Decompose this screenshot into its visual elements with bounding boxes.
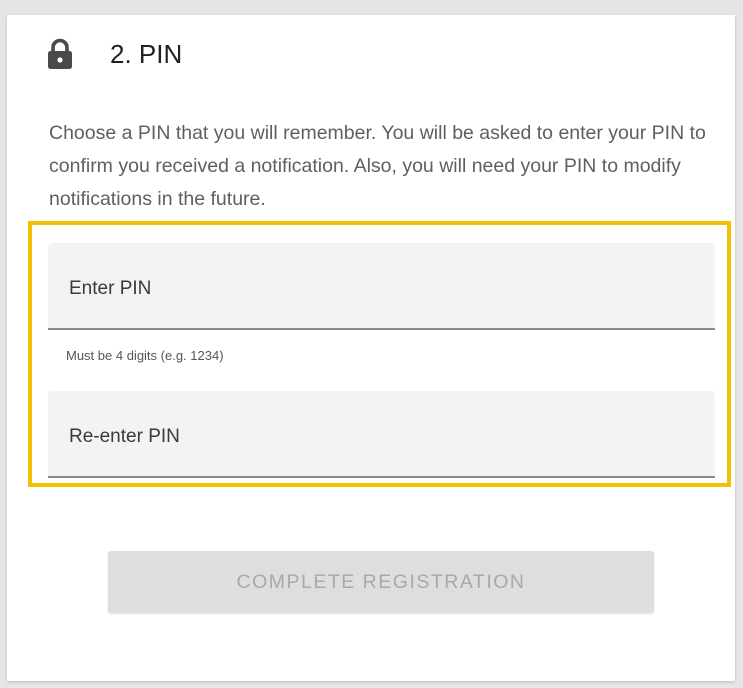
pin-hint: Must be 4 digits (e.g. 1234): [66, 348, 224, 363]
repin-field[interactable]: [48, 391, 715, 478]
pin-field[interactable]: [48, 243, 715, 330]
page: 2. PIN Choose a PIN that you will rememb…: [0, 0, 743, 688]
repin-input[interactable]: [67, 418, 699, 456]
complete-registration-button[interactable]: COMPLETE REGISTRATION: [108, 551, 654, 613]
section-description: Choose a PIN that you will remember. You…: [49, 122, 706, 210]
section-header: 2. PIN: [47, 38, 182, 70]
lock-icon: [47, 38, 73, 70]
pin-input[interactable]: [67, 270, 699, 308]
section-title: 2. PIN: [110, 39, 183, 69]
